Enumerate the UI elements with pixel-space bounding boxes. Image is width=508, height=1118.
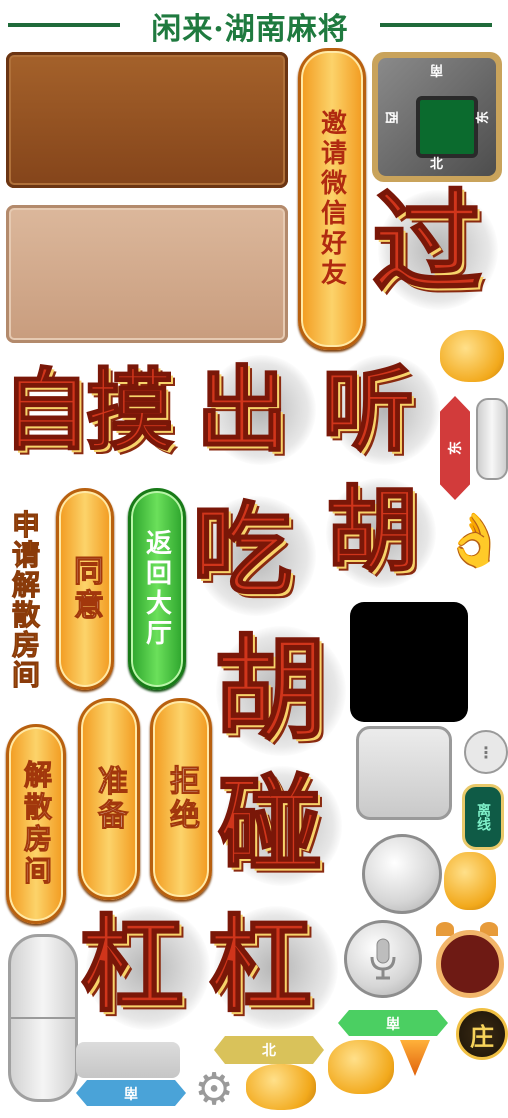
ready-button[interactable]: 准备: [78, 698, 140, 900]
microphone-icon: [370, 938, 396, 980]
compass-north: 北: [430, 157, 444, 172]
wood-panel-dark: [6, 52, 288, 188]
microphone-button[interactable]: [344, 920, 422, 998]
apply-dissolve-text: 申请解散房间: [8, 510, 42, 691]
offline-badge-label: 离线: [475, 803, 491, 831]
seat-banner-north-gold-label: 北: [262, 1043, 276, 1059]
game-title: 闲来·湖南麻将: [151, 12, 349, 47]
gray-bar: [76, 1042, 180, 1078]
seat-banner-east: 东: [440, 396, 470, 500]
dissolve-room-button[interactable]: 解散房间: [6, 724, 66, 924]
ready-label: 准备: [92, 765, 128, 834]
game-title-banner: 闲来·湖南麻将: [0, 2, 508, 47]
action-hu-big[interactable]: 胡: [213, 620, 327, 760]
agree-label: 同意: [68, 555, 104, 624]
seat-banner-south-green-label: 南: [386, 1014, 400, 1030]
action-gang-2[interactable]: 杠: [207, 900, 313, 1030]
seat-banner-north-gold: 北: [214, 1036, 324, 1064]
compass-south: 南: [430, 62, 444, 77]
gear-icon[interactable]: ⚙: [190, 1066, 238, 1114]
ok-hand-icon[interactable]: 👌: [442, 506, 507, 576]
slider-divider: [11, 1017, 75, 1019]
action-pass[interactable]: 过: [371, 177, 483, 308]
title-left-rule: [8, 23, 120, 27]
action-zimo[interactable]: 自摸: [1, 350, 175, 470]
apply-dissolve-label: 申请解散房间: [4, 484, 44, 716]
dissolve-room-label: 解散房间: [20, 760, 54, 889]
slider-thumb[interactable]: [476, 398, 508, 480]
refuse-button[interactable]: 拒绝: [150, 698, 212, 900]
alarm-bell-left: [436, 922, 454, 936]
compass-plate: 南 西 东 北: [378, 58, 496, 176]
chat-bubble-icon[interactable]: [444, 852, 496, 910]
offline-badge: 离线: [462, 784, 504, 850]
action-chi[interactable]: 吃: [191, 488, 293, 613]
dealer-badge-label: 庄: [470, 1021, 494, 1051]
compass-west: 西: [383, 110, 399, 125]
title-right-rule: [380, 23, 492, 27]
compass-center: [416, 96, 478, 158]
seat-banner-east-label: 东: [448, 441, 464, 455]
gray-square-button[interactable]: [356, 726, 452, 820]
alarm-face: [436, 930, 504, 998]
gray-round-button[interactable]: [362, 834, 442, 914]
action-gang-1[interactable]: 杠: [79, 900, 185, 1030]
avatar-mask: [350, 602, 468, 722]
seat-banner-south-blue-label: 南: [124, 1084, 138, 1100]
chat-bubble-icon[interactable]: [246, 1064, 316, 1110]
seat-banner-south-green: 南: [338, 1010, 448, 1036]
compass-east: 东: [475, 110, 491, 125]
seat-banner-south-blue: 南: [76, 1080, 186, 1106]
sprite-sheet: 闲来·湖南麻将 邀请微信好友 南 西 东 北 过 自摸 出 听 东 申请解散房间: [0, 0, 508, 1118]
return-hall-label: 返回大厅: [141, 529, 172, 649]
direction-compass: 南 西 东 北: [372, 52, 502, 182]
chat-bubble-icon[interactable]: [328, 1040, 394, 1094]
agree-button[interactable]: 同意: [56, 488, 114, 690]
droplet-icon: [400, 1040, 430, 1076]
action-chu[interactable]: 出: [195, 350, 289, 470]
action-peng[interactable]: 碰: [217, 760, 323, 890]
invite-wechat-label: 邀请微信好友: [316, 109, 347, 289]
chat-dots-icon[interactable]: ⋮: [464, 730, 508, 774]
action-hu-small[interactable]: 胡: [325, 470, 419, 590]
refuse-label: 拒绝: [164, 765, 200, 834]
return-hall-button[interactable]: 返回大厅: [128, 488, 186, 690]
wood-panel-light: [6, 205, 288, 343]
alarm-clock-icon: [432, 920, 504, 998]
action-ting[interactable]: 听: [321, 350, 415, 470]
chat-bubble-icon[interactable]: [440, 330, 504, 382]
dealer-badge: 庄: [456, 1008, 508, 1060]
volume-slider-track[interactable]: [8, 934, 78, 1102]
invite-wechat-button[interactable]: 邀请微信好友: [298, 48, 366, 350]
